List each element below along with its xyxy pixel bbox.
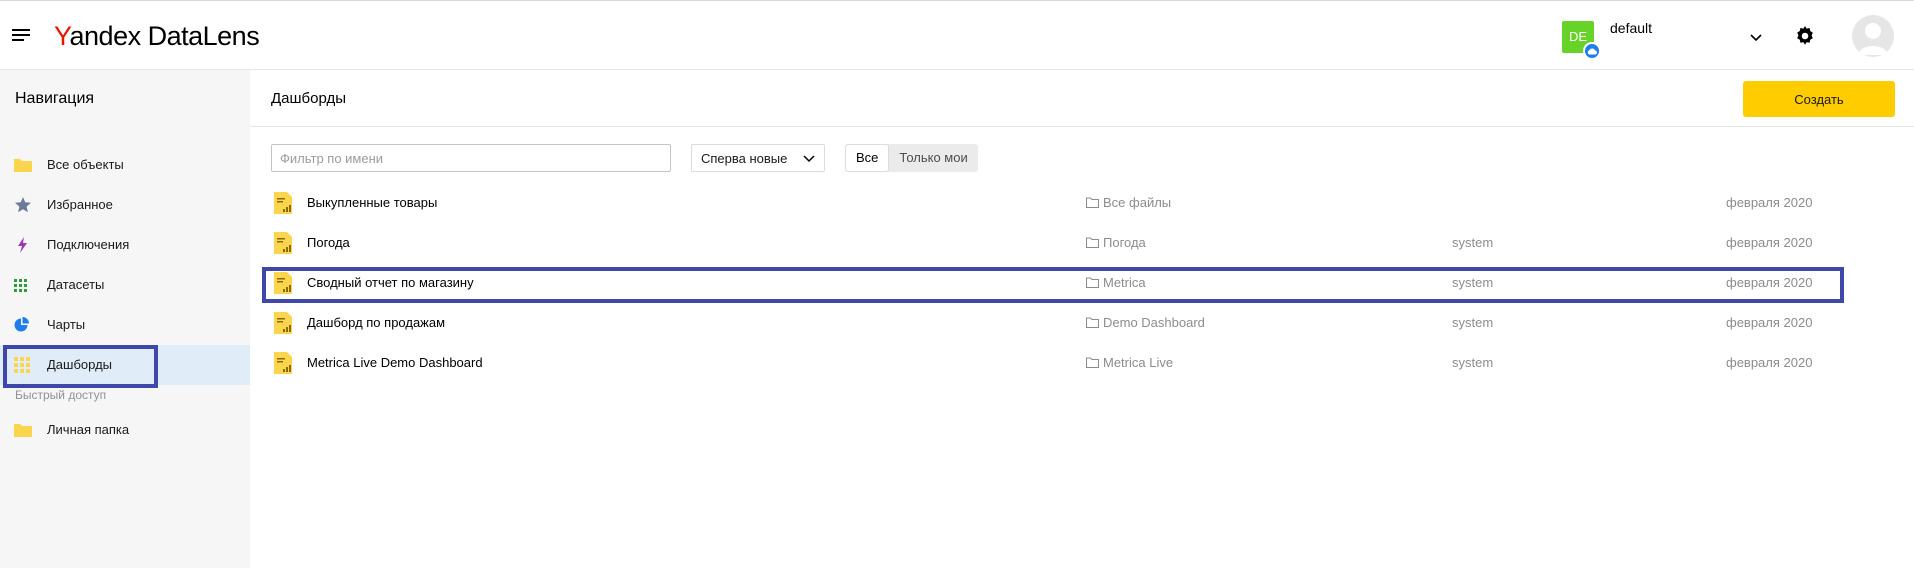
row-name: Погода — [307, 235, 350, 250]
row-name: Выкупленные товары — [307, 195, 438, 210]
row-author: system — [1452, 235, 1494, 250]
page-title: Дашборды — [271, 90, 346, 107]
dataset-grid-icon — [14, 277, 32, 293]
top-header: Yandex DataLens DE default — [0, 0, 1914, 70]
row-date: февраля 2020 — [1726, 195, 1813, 210]
sidebar-item-datasets[interactable]: Датасеты — [0, 265, 250, 305]
chevron-down-icon — [803, 155, 815, 163]
dashboard-doc-icon — [274, 312, 292, 334]
sort-select[interactable]: Сперва новые — [691, 144, 825, 172]
row-path: Demo Dashboard — [1086, 315, 1205, 330]
quick-access-heading: Быстрый доступ — [15, 388, 107, 402]
highlight-box — [262, 267, 1844, 303]
sort-selected-value: Сперва новые — [701, 151, 788, 166]
star-icon — [14, 197, 32, 213]
scope-toggle: Все Только мои — [845, 144, 978, 172]
scope-mine-button[interactable]: Только мои — [889, 144, 977, 172]
sidebar-item-label: Чарты — [47, 317, 86, 332]
folder-outline-icon — [1086, 357, 1099, 368]
filter-input[interactable] — [271, 144, 671, 172]
pie-chart-icon — [14, 317, 32, 333]
cloud-icon — [1583, 42, 1601, 60]
row-path: Все файлы — [1086, 195, 1171, 210]
sidebar-item-label: Личная папка — [47, 422, 130, 437]
dashboard-doc-icon — [274, 352, 292, 374]
highlight-box — [3, 345, 158, 388]
folder-icon — [14, 422, 32, 438]
workspace-name[interactable]: default — [1610, 20, 1652, 36]
sidebar-item-dashboards[interactable]: Дашборды — [0, 345, 250, 388]
sidebar-item-all-objects[interactable]: Все объекты — [0, 145, 250, 185]
create-button[interactable]: Создать — [1743, 81, 1895, 117]
chevron-down-icon[interactable] — [1748, 29, 1764, 45]
sidebar-item-connections[interactable]: Подключения — [0, 225, 250, 265]
row-name: Metrica Live Demo Dashboard — [307, 355, 483, 370]
lightning-icon — [14, 237, 32, 253]
folder-outline-icon — [1086, 197, 1099, 208]
table-row[interactable]: Дашборд по продажам Demo Dashboard syste… — [250, 302, 1914, 342]
sidebar-item-personal-folder[interactable]: Личная папка — [0, 410, 250, 450]
navigation-sidebar: Навигация Все объекты Избранное Подключе… — [0, 70, 250, 568]
dashboard-doc-icon — [274, 192, 292, 214]
row-date: февраля 2020 — [1726, 315, 1813, 330]
sidebar-item-label: Все объекты — [47, 157, 124, 172]
sidebar-title: Навигация — [15, 90, 95, 107]
scope-all-button[interactable]: Все — [845, 144, 890, 172]
row-name: Дашборд по продажам — [307, 315, 446, 330]
main-content: Дашборды Создать Сперва новые Все Только… — [250, 70, 1914, 568]
folder-outline-icon — [1086, 237, 1099, 248]
table-row[interactable]: Выкупленные товары Все файлы февраля 202… — [250, 182, 1914, 222]
yandex-datalens-logo[interactable]: Yandex DataLens — [54, 19, 260, 53]
folder-icon — [14, 157, 32, 173]
user-avatar[interactable] — [1852, 15, 1894, 57]
row-author: system — [1452, 355, 1494, 370]
gear-icon[interactable] — [1793, 24, 1817, 48]
divider — [250, 126, 1914, 127]
dashboard-doc-icon — [274, 232, 292, 254]
table-row[interactable]: Metrica Live Demo Dashboard Metrica Live… — [250, 342, 1914, 382]
sidebar-item-charts[interactable]: Чарты — [0, 305, 250, 345]
sidebar-item-label: Датасеты — [47, 277, 105, 292]
table-row[interactable]: Погода Погода system февраля 2020 — [250, 222, 1914, 262]
row-path: Metrica Live — [1086, 355, 1173, 370]
row-date: февраля 2020 — [1726, 355, 1813, 370]
row-author: system — [1452, 315, 1494, 330]
row-date: февраля 2020 — [1726, 235, 1813, 250]
sidebar-item-label: Подключения — [47, 237, 130, 252]
sidebar-item-favorites[interactable]: Избранное — [0, 185, 250, 225]
folder-outline-icon — [1086, 317, 1099, 328]
sidebar-item-label: Избранное — [47, 197, 113, 212]
row-path: Погода — [1086, 235, 1146, 250]
hamburger-menu-icon[interactable] — [12, 26, 36, 46]
